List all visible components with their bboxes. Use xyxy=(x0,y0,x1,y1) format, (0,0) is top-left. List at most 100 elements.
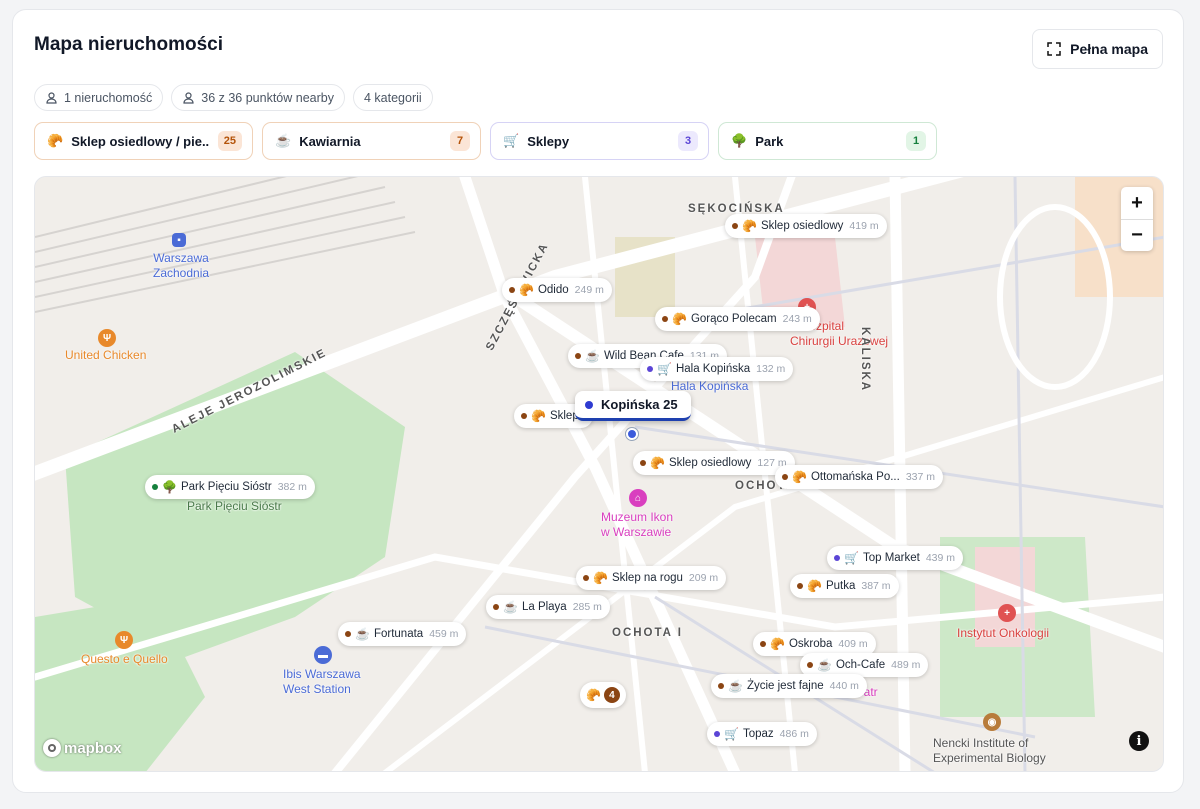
category-filter-3[interactable]: 🌳 Park 1 xyxy=(718,122,937,160)
restaurant-icon: Ψ xyxy=(115,631,133,649)
category-dot-icon xyxy=(714,731,720,737)
poi-cluster[interactable]: 🥐 4 xyxy=(580,682,626,708)
poi-name: Sklep osiedlowy xyxy=(760,220,844,232)
page-title: Mapa nieruchomości xyxy=(34,34,223,55)
restaurant-icon: Ψ xyxy=(98,329,116,347)
category-dot-icon xyxy=(640,460,646,466)
poi-marker[interactable]: 🥐 Sklep osiedlowy 419 m xyxy=(725,214,887,238)
poi-name: La Playa xyxy=(521,601,567,613)
person-pin-icon xyxy=(46,92,57,104)
category-count-badge: 25 xyxy=(217,131,242,151)
category-dot-icon xyxy=(732,223,738,229)
poi-name: Park Pięciu Sióstr xyxy=(180,481,272,493)
zoom-out-button[interactable]: − xyxy=(1121,219,1153,251)
property-marker-label: Kopińska 25 xyxy=(601,397,678,412)
poi-distance: 486 m xyxy=(779,728,809,740)
property-location-dot[interactable] xyxy=(626,428,638,440)
property-marker[interactable]: Kopińska 25 xyxy=(575,391,691,421)
poi-category-icon: 🌳 xyxy=(162,480,177,494)
category-dot-icon xyxy=(509,287,515,293)
category-filter-1[interactable]: ☕ Kawiarnia 7 xyxy=(262,122,481,160)
category-dot-icon xyxy=(583,575,589,581)
poi-name: Ottomańska Po... xyxy=(810,471,900,483)
place-label: United Chicken xyxy=(65,348,147,362)
full-map-button[interactable]: Pełna mapa xyxy=(1032,29,1163,69)
category-dot-icon xyxy=(718,683,724,689)
train-station-icon: ▪ xyxy=(172,233,186,247)
poi-marker[interactable]: 🛒 Hala Kopińska 132 m xyxy=(640,357,794,381)
poi-distance: 132 m xyxy=(756,363,786,375)
place-label: Questo e Quello xyxy=(81,652,168,666)
poi-name: Gorąco Polecam xyxy=(690,313,777,325)
category-dot-icon xyxy=(662,316,668,322)
category-dot-icon xyxy=(834,555,840,561)
category-label: Sklepy xyxy=(527,133,570,149)
category-label: Park xyxy=(755,133,784,149)
mapbox-logo[interactable]: mapbox xyxy=(43,739,122,757)
poi-category-icon: 🥐 xyxy=(792,470,807,484)
poi-category-icon: 🥐 xyxy=(770,637,785,651)
poi-distance: 285 m xyxy=(572,601,602,613)
nearby-count-pill: 36 z 36 punktów nearby xyxy=(171,84,345,111)
poi-name: Oskroba xyxy=(788,638,833,650)
poi-name: Sklep osiedlowy xyxy=(668,457,752,469)
category-filter-0[interactable]: 🥐 Sklep osiedlowy / pie... 25 xyxy=(34,122,253,160)
category-label: Kawiarnia xyxy=(299,133,361,149)
property-map-card: Mapa nieruchomości Pełna mapa 1 nierucho… xyxy=(12,9,1184,793)
poi-name: Sklep na rogu xyxy=(611,572,683,584)
category-dot-icon xyxy=(493,604,499,610)
place-label: Muzeum Ikon w Warszawie xyxy=(601,510,674,539)
zoom-in-button[interactable]: + xyxy=(1121,187,1153,219)
hotel-icon: ▬ xyxy=(314,646,332,664)
poi-category-icon: 🥐 xyxy=(672,312,687,326)
poi-name: Fortunata xyxy=(373,628,424,640)
poi-marker[interactable]: 🥐 Ottomańska Po... 337 m xyxy=(775,465,943,489)
poi-category-icon: ☕ xyxy=(728,679,743,693)
poi-marker[interactable]: 🥐 Sklep osiedlowy 127 m xyxy=(633,451,795,475)
poi-marker[interactable]: 🥐 Odido 249 m xyxy=(502,278,612,302)
poi-category-icon: 🥐 xyxy=(650,456,665,470)
map-canvas[interactable]: Warszawa Zachodnia United Chicken Park Pię… xyxy=(34,176,1164,772)
poi-marker[interactable]: ☕ Życie jest fajne 440 m xyxy=(711,674,867,698)
poi-category-icon: 🛒 xyxy=(657,362,672,376)
category-count-pill: 4 kategorii xyxy=(352,84,433,111)
category-dot-icon xyxy=(807,662,813,668)
poi-name: Hala Kopińska xyxy=(675,363,751,375)
poi-category-icon: 🥐 xyxy=(531,409,546,423)
category-dot-icon xyxy=(782,474,788,480)
poi-distance: 387 m xyxy=(861,580,891,592)
poi-category-icon: 🥐 xyxy=(807,579,822,593)
poi-marker[interactable]: 🌳 Park Pięciu Sióstr 382 m xyxy=(145,475,315,499)
poi-marker[interactable]: 🛒 Topaz 486 m xyxy=(707,722,817,746)
poi-marker[interactable]: 🛒 Top Market 439 m xyxy=(827,546,964,570)
poi-marker[interactable]: 🥐 Putka 387 m xyxy=(790,574,899,598)
poi-distance: 419 m xyxy=(849,220,879,232)
person-pin-icon xyxy=(183,92,194,104)
zoom-controls: + − xyxy=(1121,187,1153,251)
street-label: KALISKA xyxy=(859,327,871,393)
poi-name: Top Market xyxy=(862,552,920,564)
category-dot-icon xyxy=(345,631,351,637)
category-dot-icon xyxy=(647,366,653,372)
place-label: Warszawa Zachodnia xyxy=(153,251,210,280)
museum-icon: ⌂ xyxy=(629,489,647,507)
poi-marker[interactable]: ☕ La Playa 285 m xyxy=(486,595,610,619)
poi-distance: 489 m xyxy=(891,659,921,671)
poi-marker[interactable]: ☕ Fortunata 459 m xyxy=(338,622,467,646)
mapbox-logo-text: mapbox xyxy=(64,739,122,757)
category-filter-2[interactable]: 🛒 Sklepy 3 xyxy=(490,122,709,160)
poi-category-icon: ☕ xyxy=(503,600,518,614)
category-count-badge: 1 xyxy=(906,131,926,151)
poi-category-icon: ☕ xyxy=(355,627,370,641)
place-label: Park Pięciu Sióstr xyxy=(187,499,282,513)
poi-name: Putka xyxy=(825,580,856,592)
property-count-label: 1 nieruchomość xyxy=(64,90,153,105)
category-filter-bar: 🥐 Sklep osiedlowy / pie... 25 ☕ Kawiarnia 7 🛒 S… xyxy=(34,122,937,160)
attribution-info-button[interactable]: i xyxy=(1129,731,1149,751)
place-label: Ibis Warszawa West Station xyxy=(283,667,361,696)
full-map-label: Pełna mapa xyxy=(1070,41,1148,57)
poi-distance: 382 m xyxy=(277,481,307,493)
poi-marker[interactable]: 🥐 Sklep na rogu 209 m xyxy=(576,566,727,590)
poi-marker[interactable]: 🥐 Gorąco Polecam 243 m xyxy=(655,307,820,331)
cluster-count: 4 xyxy=(603,687,620,703)
